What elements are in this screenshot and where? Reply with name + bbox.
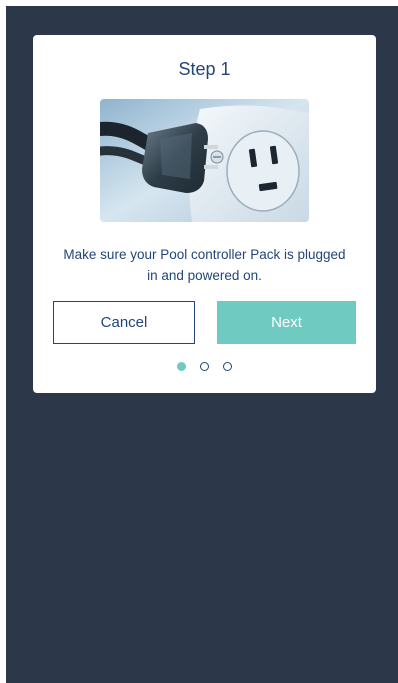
app-background: Step 1 Make sure your Pool controller Pa… <box>6 6 398 683</box>
cancel-button[interactable]: Cancel <box>53 301 195 344</box>
dialog-title: Step 1 <box>178 59 231 79</box>
pager-dot-step-1[interactable] <box>177 362 186 371</box>
pager-dot-step-2[interactable] <box>200 362 209 371</box>
setup-step-dialog: Step 1 Make sure your Pool controller Pa… <box>33 35 376 393</box>
pager-dot-step-3[interactable] <box>223 362 232 371</box>
instruction-text: Make sure your Pool controller Pack is p… <box>63 247 346 283</box>
power-plug-outlet-icon <box>100 99 309 222</box>
next-button[interactable]: Next <box>217 301 356 344</box>
plug-outlet-illustration <box>100 99 309 222</box>
step-pager <box>33 362 376 371</box>
